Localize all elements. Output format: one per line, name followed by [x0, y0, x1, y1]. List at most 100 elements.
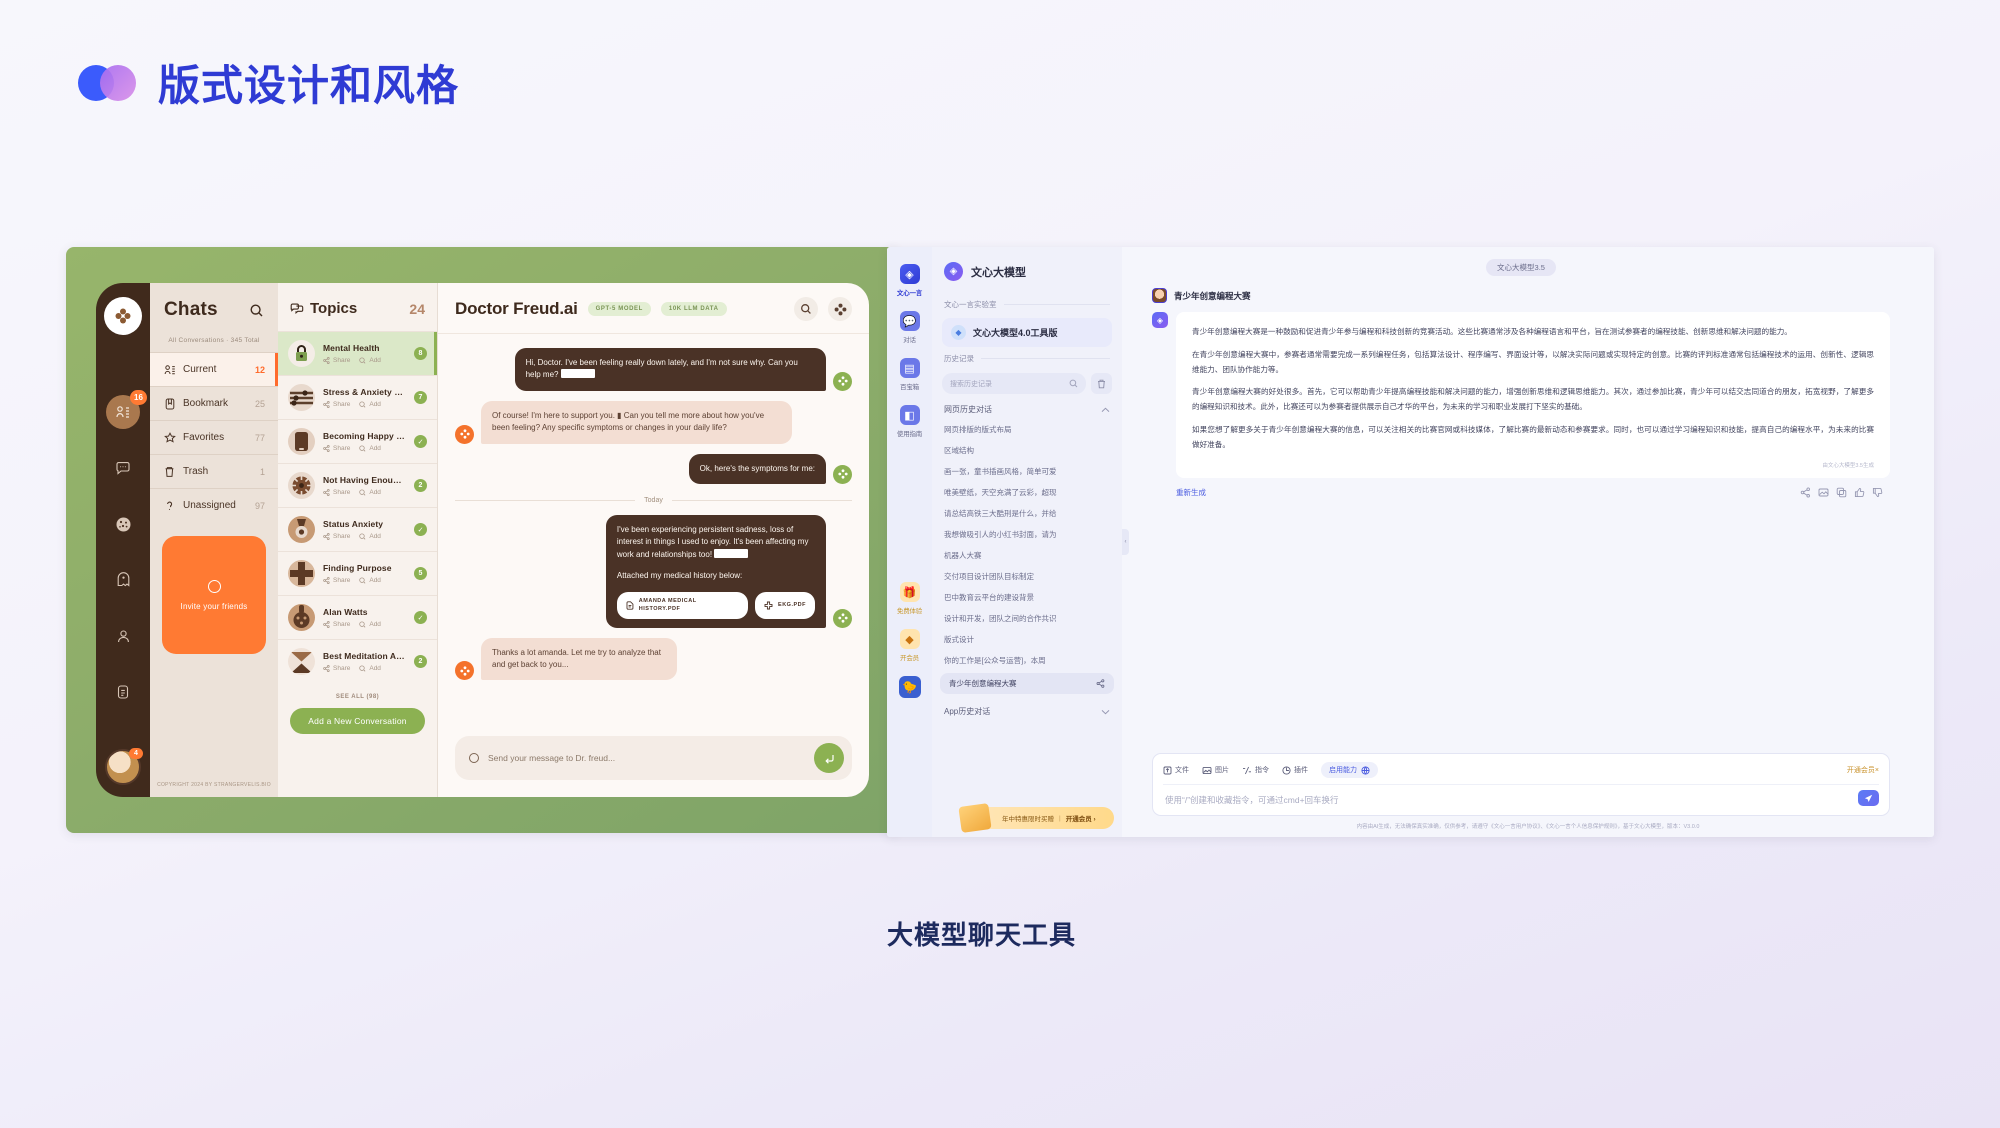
topic-add-action[interactable]: Add: [359, 577, 381, 584]
zh-history-item[interactable]: 画一张，童书插画风格，简单可爱: [932, 461, 1122, 482]
zh-history-item[interactable]: 版式设计: [932, 629, 1122, 650]
search-icon[interactable]: [794, 297, 818, 321]
message-input[interactable]: Send your message to Dr. freud...: [488, 753, 805, 763]
thumbs-down-icon[interactable]: [1872, 487, 1890, 498]
zh-message-input[interactable]: 使用“/”创建和收藏指令，可通过cmd+回车换行: [1163, 785, 1879, 806]
topic-share-action[interactable]: Share: [323, 401, 350, 408]
zh-composer[interactable]: 文件 图片 指令 插件 启用能力 开通会员× 使用“/”创建和收藏指令，可通过c…: [1152, 753, 1890, 816]
rail-item-cookie[interactable]: [106, 507, 140, 541]
zh-history-item[interactable]: 请总结高铁三大酷刑是什么，并给: [932, 503, 1122, 524]
search-icon[interactable]: [249, 303, 264, 318]
question-icon: [163, 499, 176, 512]
zh-history-item[interactable]: 交付项目设计团队目标制定: [932, 566, 1122, 587]
zh-history-item[interactable]: 巴中教育云平台的建设背景: [932, 587, 1122, 608]
sidebar-collapse-handle[interactable]: ‹: [1122, 529, 1129, 555]
zh-rail-item-avatar[interactable]: 🐤: [887, 669, 932, 703]
nav-item-bookmark[interactable]: Bookmark 25: [150, 386, 278, 420]
zh-promo-banner[interactable]: 年中特惠限时买赠 | 开通会员 ›: [958, 803, 1114, 833]
attach-file-button[interactable]: 文件: [1163, 765, 1189, 775]
zh-history-item[interactable]: 你的工作是[公众号运营]，本周: [932, 650, 1122, 671]
search-icon[interactable]: [1069, 379, 1078, 388]
clover-icon[interactable]: [828, 297, 852, 321]
topic-add-action[interactable]: Add: [359, 401, 381, 408]
topic-add-action[interactable]: Add: [359, 621, 381, 628]
topic-status-done-icon: ✓: [414, 435, 427, 448]
topic-add-action[interactable]: Add: [359, 445, 381, 452]
zh-rail-item-toolbox[interactable]: ▤ 百宝箱: [887, 351, 932, 396]
attach-image-button[interactable]: 图片: [1202, 765, 1229, 775]
share-icon[interactable]: [1800, 487, 1818, 498]
rail-item-contacts[interactable]: 16: [106, 390, 147, 429]
copy-icon[interactable]: [1836, 487, 1854, 498]
topic-add-action[interactable]: Add: [359, 489, 381, 496]
nav-item-current[interactable]: Current 12: [150, 352, 278, 386]
zh-history-item[interactable]: 区域结构: [932, 440, 1122, 461]
topic-add-action[interactable]: Add: [359, 665, 381, 672]
share-icon[interactable]: [1096, 679, 1105, 688]
zh-rail-item-vip[interactable]: ◆ 开会员: [887, 622, 932, 667]
rail-items: 16: [106, 390, 147, 709]
zh-history-item[interactable]: 我想做吸引人的小红书封面，请为: [932, 524, 1122, 545]
zh-history-item[interactable]: 机器人大赛: [932, 545, 1122, 566]
topic-row[interactable]: Stress & Anxiety Eve... Share Add 7: [278, 375, 437, 419]
zh-model-card[interactable]: ◆ 文心大模型4.0工具版: [942, 318, 1112, 347]
rail-item-chat[interactable]: [106, 451, 140, 485]
topic-row[interactable]: Alan Watts Share Add ✓: [278, 595, 437, 639]
zh-group-web[interactable]: 网页历史对话: [932, 394, 1122, 419]
zh-rail-item-brand[interactable]: ◈ 文心一言: [887, 257, 932, 302]
zh-search-input[interactable]: 搜索历史记录: [942, 373, 1086, 394]
rail-item-person[interactable]: [106, 619, 140, 653]
nav-item-trash[interactable]: Trash 1: [150, 454, 278, 488]
topic-share-action[interactable]: Share: [323, 445, 350, 452]
topic-share-action[interactable]: Share: [323, 621, 350, 628]
topic-share-action[interactable]: Share: [323, 665, 350, 672]
topic-row[interactable]: Best Meditation Apps Share Add 2: [278, 639, 437, 683]
zh-answer-actions: 重新生成: [1152, 478, 1890, 498]
user-avatar[interactable]: 4: [105, 748, 143, 785]
nav-item-unassigned[interactable]: Unassigned 97: [150, 488, 278, 522]
topic-share-action[interactable]: Share: [323, 489, 350, 496]
nav-item-favorites[interactable]: Favorites 77: [150, 420, 278, 454]
send-button[interactable]: [814, 743, 844, 773]
topic-add-action[interactable]: Add: [359, 357, 381, 364]
image-icon[interactable]: [1818, 487, 1836, 498]
zh-rail-item-guide[interactable]: ◧ 使用指南: [887, 398, 932, 443]
zh-group-app[interactable]: App历史对话: [932, 696, 1122, 721]
topic-share-action[interactable]: Share: [323, 533, 350, 540]
topic-row[interactable]: Status Anxiety Share Add ✓: [278, 507, 437, 551]
enable-ability-pill[interactable]: 启用能力: [1321, 762, 1378, 778]
add-conversation-button[interactable]: Add a New Conversation: [290, 708, 425, 734]
send-button[interactable]: [1858, 790, 1879, 806]
attachment-chip[interactable]: AMANDA MEDICAL HISTORY.PDF: [616, 591, 749, 619]
trash-icon[interactable]: [1091, 373, 1112, 394]
message-composer[interactable]: Send your message to Dr. freud...: [455, 736, 852, 780]
zh-sidebar-title: 文心大模型: [971, 266, 1026, 279]
attach-circle-icon[interactable]: [469, 753, 479, 763]
zh-rail-item-chat[interactable]: 💬 对话: [887, 304, 932, 349]
topic-row[interactable]: Mental Health Share Add 8: [278, 331, 437, 375]
command-button[interactable]: 指令: [1242, 765, 1269, 775]
rail-item-ghost[interactable]: [106, 563, 140, 597]
vip-upgrade-link[interactable]: 开通会员×: [1847, 765, 1879, 775]
zh-history-item-selected[interactable]: 青少年创意编程大赛: [940, 673, 1114, 694]
topic-row[interactable]: Not Having Enough... Share Add 2: [278, 463, 437, 507]
zh-promo-cta[interactable]: 开通会员 ›: [1066, 813, 1096, 823]
invite-friends-card[interactable]: Invite your friends: [162, 536, 266, 654]
topic-info: Alan Watts Share Add: [323, 607, 406, 628]
topic-row[interactable]: Becoming Happy For... Share Add ✓: [278, 419, 437, 463]
topic-share-action[interactable]: Share: [323, 357, 350, 364]
regenerate-button[interactable]: 重新生成: [1176, 487, 1800, 498]
rail-item-document[interactable]: [106, 675, 140, 709]
zh-rail-item-free-trial[interactable]: 🎁 免费体验: [887, 575, 932, 620]
zh-history-item[interactable]: 网页排版的版式布局: [932, 419, 1122, 440]
attachment-chip[interactable]: EKG.PDF: [755, 591, 815, 619]
contacts-icon: [163, 363, 176, 376]
topic-share-action[interactable]: Share: [323, 577, 350, 584]
topic-add-action[interactable]: Add: [359, 533, 381, 540]
topic-row[interactable]: Finding Purpose Share Add 5: [278, 551, 437, 595]
see-all-link[interactable]: SEE ALL (98): [278, 683, 437, 708]
zh-history-item[interactable]: 设计和开发，团队之间的合作共识: [932, 608, 1122, 629]
thumbs-up-icon[interactable]: [1854, 487, 1872, 498]
zh-history-item[interactable]: 唯美壁纸，天空充满了云彩，超现: [932, 482, 1122, 503]
plugin-button[interactable]: 插件: [1282, 765, 1308, 775]
